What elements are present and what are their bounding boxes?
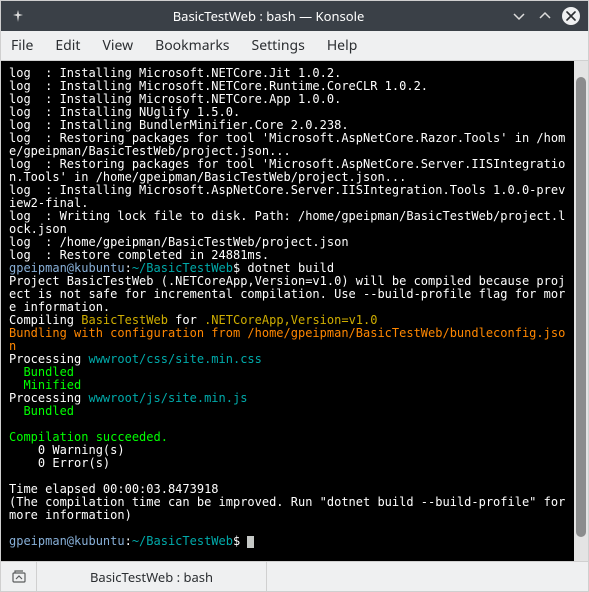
minimize-button[interactable] [510,7,528,25]
menu-edit[interactable]: Edit [55,36,80,55]
menu-settings[interactable]: Settings [252,36,305,55]
maximize-button[interactable] [536,7,554,25]
tabbar: BasicTestWeb : bash [1,561,588,591]
menubar: File Edit View Bookmarks Settings Help [1,31,588,61]
close-button[interactable] [562,7,580,25]
menu-help[interactable]: Help [327,36,358,55]
window-buttons [510,7,580,25]
tab-active[interactable]: BasicTestWeb : bash [37,562,267,591]
menu-bookmarks[interactable]: Bookmarks [155,36,229,55]
titlebar[interactable]: BasicTestWeb : bash — Konsole [1,1,588,31]
terminal-wrap: log : Installing Microsoft.NETCore.Jit 1… [1,61,588,561]
menu-view[interactable]: View [102,36,133,55]
cursor [247,536,254,548]
menu-file[interactable]: File [11,36,33,55]
scrollbar-thumb[interactable] [576,77,586,537]
pin-icon[interactable] [9,10,27,22]
scrollbar[interactable] [574,61,588,561]
window-title: BasicTestWeb : bash — Konsole [27,7,510,25]
konsole-window: BasicTestWeb : bash — Konsole File Edit … [0,0,589,592]
terminal[interactable]: log : Installing Microsoft.NETCore.Jit 1… [1,61,574,561]
new-tab-button[interactable] [1,562,37,591]
